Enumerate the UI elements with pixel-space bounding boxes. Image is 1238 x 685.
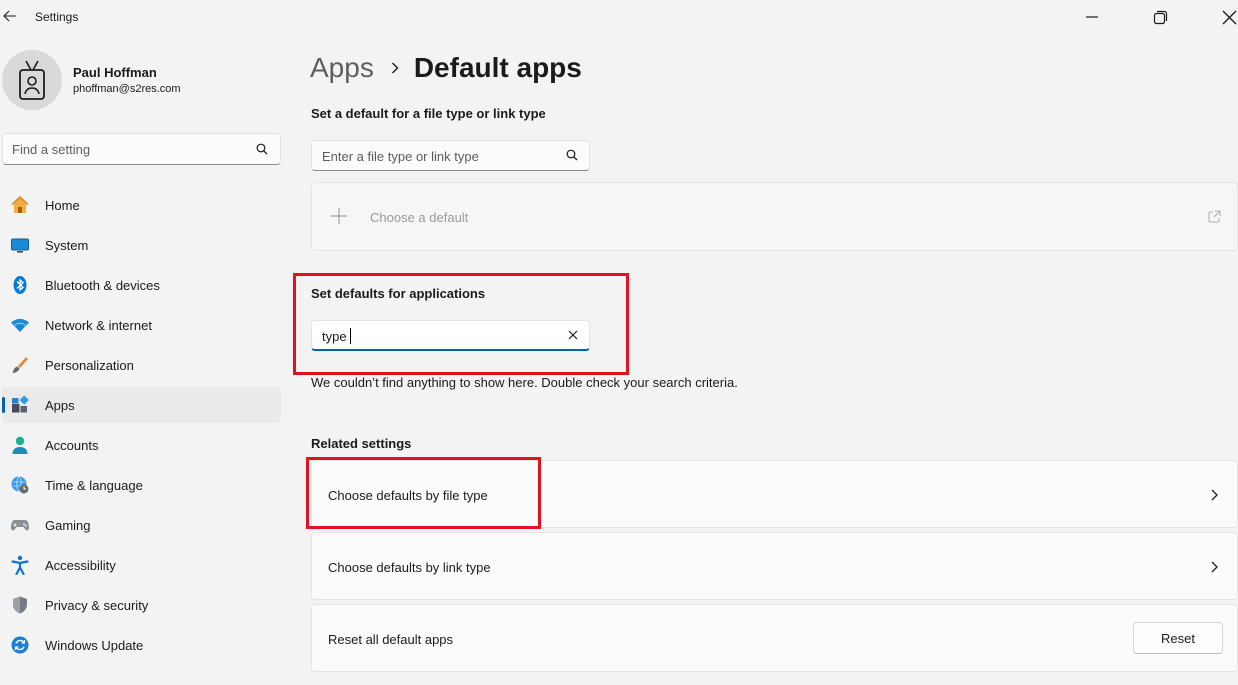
sidebar-item-label: Time & language (45, 478, 143, 493)
sidebar-item-apps[interactable]: Apps (2, 387, 281, 423)
brush-icon (10, 355, 30, 375)
sidebar-item-label: Privacy & security (45, 598, 149, 613)
globe-clock-icon (10, 475, 30, 495)
choose-defaults-by-file-type[interactable]: Choose defaults by file type (311, 460, 1238, 528)
sidebar-item-accessibility[interactable]: Accessibility (2, 547, 281, 583)
sidebar-item-label: Home (45, 198, 80, 213)
clear-icon[interactable] (567, 329, 579, 341)
shield-icon (10, 595, 30, 615)
card-label: Choose defaults by link type (328, 560, 491, 575)
update-icon (10, 635, 30, 655)
card-label: Choose defaults by file type (328, 488, 488, 503)
sidebar-item-accounts[interactable]: Accounts (2, 427, 281, 463)
sidebar-item-label: Gaming (45, 518, 91, 533)
user-email: phoffman@s2res.com (73, 83, 181, 95)
sidebar-item-bluetooth[interactable]: Bluetooth & devices (2, 267, 281, 303)
file-type-search[interactable] (311, 140, 590, 171)
sidebar-item-label: Accounts (45, 438, 99, 453)
find-setting-search[interactable] (2, 133, 281, 165)
badge-person-icon (19, 60, 45, 100)
plus-icon (331, 208, 347, 224)
sidebar-item-label: Accessibility (45, 558, 116, 573)
file-type-section-title: Set a default for a file type or link ty… (311, 106, 546, 121)
restore-button[interactable] (1137, 3, 1183, 31)
sidebar-item-system[interactable]: System (2, 227, 281, 263)
chevron-right-icon (1211, 561, 1218, 573)
sidebar-item-label: Personalization (45, 358, 134, 373)
sidebar-item-label: Network & internet (45, 318, 152, 333)
chevron-right-icon (390, 61, 400, 75)
sidebar-nav: Home System Bluetooth & devices Network … (2, 187, 281, 667)
reset-default-apps-card: Reset all default apps Reset (311, 604, 1238, 672)
apps-search-input[interactable] (322, 327, 547, 345)
choose-default-card: Choose a default (311, 182, 1238, 251)
accessibility-icon (10, 555, 30, 575)
selection-indicator (2, 397, 5, 413)
system-icon (10, 235, 30, 255)
bluetooth-icon (10, 275, 30, 295)
file-type-search-input[interactable] (322, 147, 547, 165)
close-button[interactable] (1206, 3, 1238, 31)
home-icon (10, 195, 30, 215)
apps-section-title: Set defaults for applications (311, 286, 486, 301)
sidebar-item-home[interactable]: Home (2, 187, 281, 223)
sidebar-item-label: Bluetooth & devices (45, 278, 160, 293)
sidebar-item-label: Windows Update (45, 638, 144, 653)
empty-results-message: We couldn’t find anything to show here. … (311, 375, 738, 390)
gamepad-icon (10, 515, 30, 535)
user-name: Paul Hoffman (73, 65, 157, 80)
find-setting-input[interactable] (12, 140, 242, 158)
person-icon (10, 435, 30, 455)
sidebar-item-time-language[interactable]: Time & language (2, 467, 281, 503)
text-caret (350, 328, 351, 344)
restore-icon (1153, 10, 1167, 24)
avatar[interactable] (2, 50, 62, 110)
title-bar: Settings (0, 0, 1238, 34)
card-label: Reset all default apps (328, 632, 454, 647)
breadcrumb-parent[interactable]: Apps (310, 52, 374, 84)
search-icon[interactable] (256, 143, 268, 155)
sidebar-item-windows-update[interactable]: Windows Update (2, 627, 281, 663)
page-title: Default apps (413, 52, 582, 83)
sidebar-item-label: System (45, 238, 89, 253)
choose-default-label: Choose a default (370, 210, 469, 225)
minimize-icon (1086, 16, 1098, 18)
breadcrumb: Apps Default apps (310, 48, 582, 88)
sidebar-item-personalization[interactable]: Personalization (2, 347, 281, 383)
reset-button[interactable]: Reset (1133, 622, 1223, 654)
sidebar-item-gaming[interactable]: Gaming (2, 507, 281, 543)
apps-search[interactable] (311, 320, 590, 351)
choose-defaults-by-link-type[interactable]: Choose defaults by link type (311, 532, 1238, 600)
back-arrow-icon (3, 10, 16, 22)
sidebar-item-label: Apps (45, 398, 75, 413)
sidebar-item-privacy[interactable]: Privacy & security (2, 587, 281, 623)
apps-icon (10, 395, 30, 415)
back-button[interactable] (0, 4, 20, 28)
chevron-right-icon (1211, 489, 1218, 501)
search-icon[interactable] (566, 149, 578, 161)
related-settings-title: Related settings (311, 436, 412, 451)
close-icon (1222, 10, 1236, 24)
window-title: Settings (35, 10, 79, 24)
wifi-icon (10, 315, 30, 335)
minimize-button[interactable] (1069, 3, 1115, 31)
sidebar-item-network[interactable]: Network & internet (2, 307, 281, 343)
open-external-icon (1208, 210, 1221, 223)
